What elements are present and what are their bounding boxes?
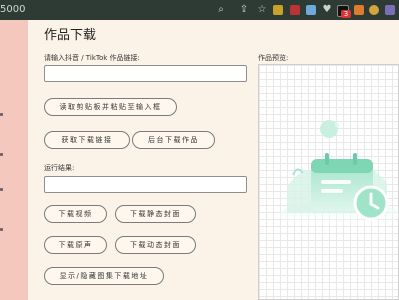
- sidebar-strip: [0, 20, 28, 300]
- result-label: 运行结果:: [44, 164, 75, 172]
- background-download-button[interactable]: 后台下载作品: [132, 131, 215, 149]
- download-video-button[interactable]: 下载视频: [44, 205, 107, 223]
- download-static-cover-button[interactable]: 下载静态封面: [115, 205, 196, 223]
- result-output[interactable]: [44, 176, 247, 193]
- star-icon[interactable]: ☆: [256, 4, 268, 16]
- sidebar-marker: [0, 113, 3, 116]
- extension-icon[interactable]: [290, 5, 300, 15]
- preview-label: 作品预览:: [258, 54, 289, 62]
- sidebar-marker: [0, 188, 3, 191]
- sidebar-marker: [0, 228, 3, 231]
- calendar-clock-illustration: [279, 120, 399, 227]
- page-title: 作品下载: [44, 28, 97, 43]
- sidebar-marker: [0, 153, 3, 156]
- search-icon[interactable]: ⌕: [215, 4, 227, 16]
- preview-area: [258, 64, 399, 300]
- extension-icon[interactable]: [385, 5, 395, 15]
- get-download-link-button[interactable]: 获取下载链接: [44, 131, 130, 149]
- notification-badge: 3: [341, 10, 351, 18]
- link-input-label: 请输入抖音 / TikTok 作品链接:: [44, 54, 140, 62]
- extension-icon[interactable]: [369, 5, 379, 15]
- extension-icon[interactable]: [273, 5, 283, 15]
- download-audio-button[interactable]: 下载原声: [44, 236, 107, 254]
- shield-icon[interactable]: ♥: [321, 4, 333, 16]
- toggle-gallery-links-button[interactable]: 显示/隐藏图集下载地址: [44, 267, 164, 285]
- address-bar-text[interactable]: 5000: [0, 3, 25, 17]
- download-dynamic-cover-button[interactable]: 下载动态封面: [115, 236, 196, 254]
- share-icon[interactable]: ⇪: [238, 4, 250, 16]
- extension-icon[interactable]: [306, 5, 316, 15]
- paste-clipboard-button[interactable]: 读取剪贴板并粘贴至输入框: [44, 98, 177, 116]
- browser-toolbar: 5000 ⌕ ⇪ ☆ ♥ 3: [0, 0, 399, 20]
- extension-icon[interactable]: [354, 5, 364, 15]
- link-input[interactable]: [44, 65, 247, 82]
